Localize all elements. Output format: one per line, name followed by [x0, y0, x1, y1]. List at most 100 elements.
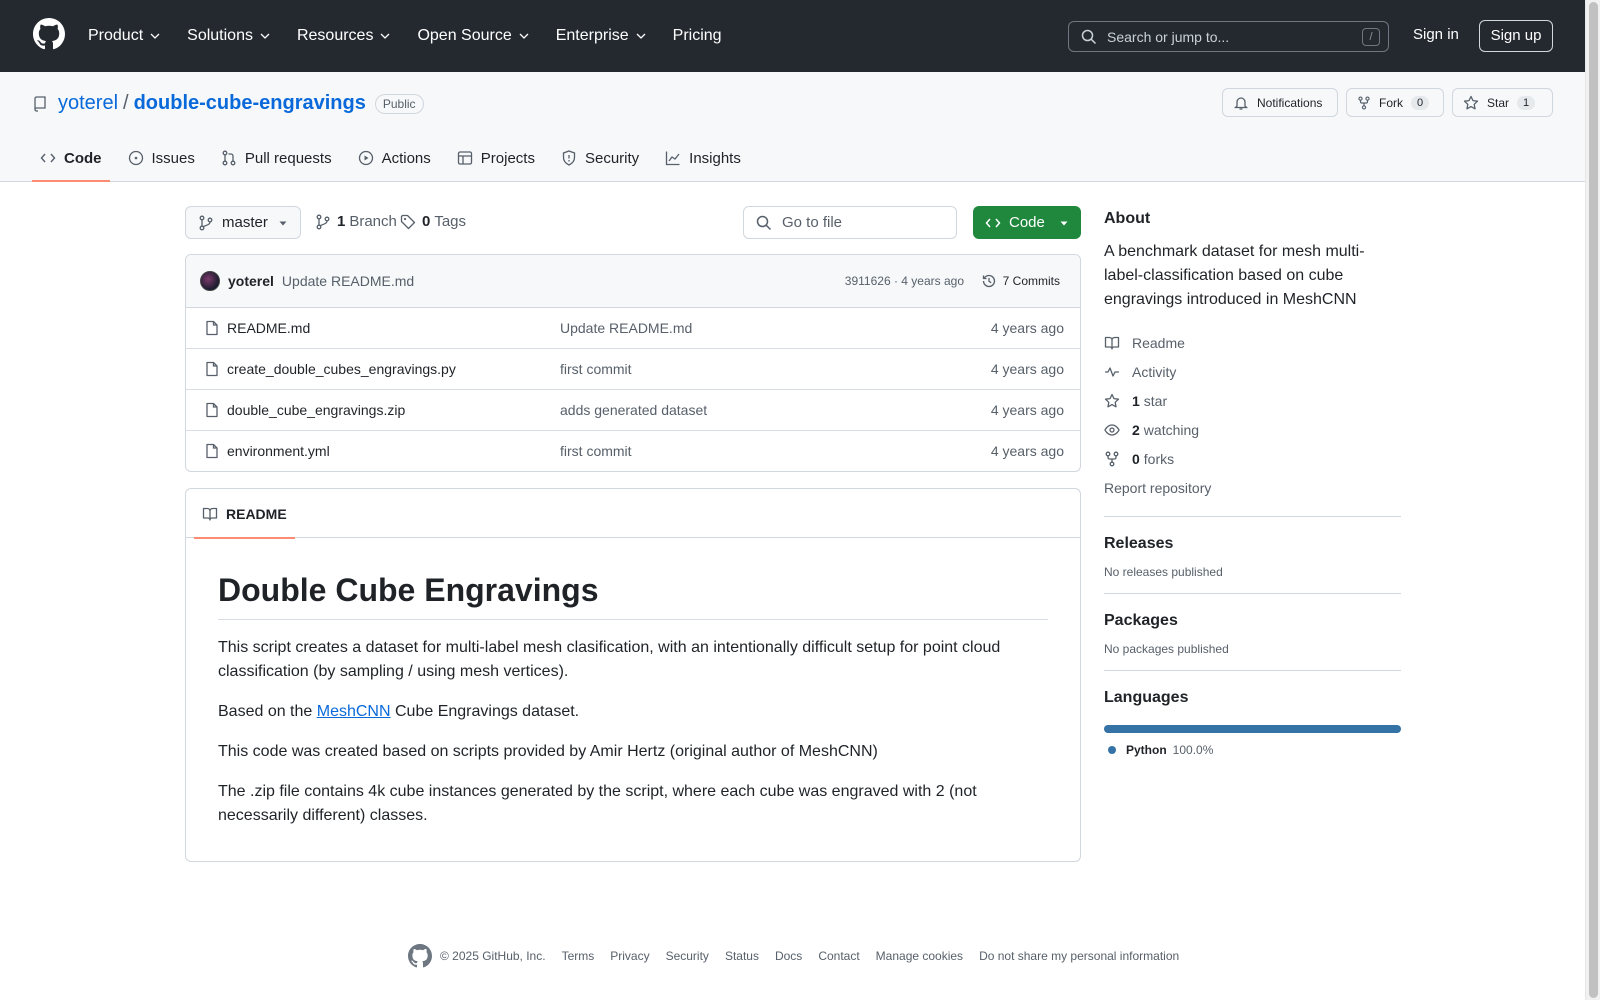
repo-tabs: Code Issues Pull requests Actions Projec… — [32, 134, 759, 182]
tab-code[interactable]: Code — [32, 134, 110, 182]
language-color-dot — [1108, 746, 1116, 754]
code-dropdown-button[interactable]: Code — [973, 206, 1081, 239]
star-button[interactable]: Star 1 — [1452, 88, 1553, 117]
tab-label: Projects — [480, 149, 535, 167]
table-row[interactable]: README.md Update README.md 4 years ago — [186, 308, 1080, 349]
code-icon — [985, 218, 1001, 227]
bell-icon — [1233, 96, 1249, 110]
nav-open-source[interactable]: Open Source — [417, 27, 529, 45]
scrollbar-thumb[interactable] — [1589, 2, 1598, 998]
footer-link-manage-cookies[interactable]: Manage cookies — [876, 949, 963, 963]
footer-link-do-not-share[interactable]: Do not share my personal information — [979, 949, 1179, 963]
commits-link[interactable]: 7 Commits — [981, 273, 1060, 289]
readme-paragraph: Based on the MeshCNN Cube Engravings dat… — [218, 700, 1048, 724]
language-name: Python — [1126, 743, 1167, 757]
stars-link[interactable]: 1 star — [1104, 386, 1401, 415]
file-commit-message-link[interactable]: Update README.md — [560, 320, 692, 336]
github-mark-icon[interactable] — [408, 944, 432, 968]
divider — [1104, 516, 1401, 517]
commits-count-label: 7 Commits — [1002, 274, 1060, 288]
latest-commit-row: yoterel Update README.md 3911626 · 4 yea… — [186, 255, 1080, 308]
star-icon — [1104, 393, 1120, 407]
about-heading: About — [1104, 210, 1151, 227]
nav-pricing[interactable]: Pricing — [673, 27, 722, 45]
footer-link-terms[interactable]: Terms — [562, 949, 595, 963]
footer-link-contact[interactable]: Contact — [818, 949, 859, 963]
tab-label: Insights — [689, 149, 741, 167]
activity-link[interactable]: Activity — [1104, 357, 1401, 386]
meshcnn-link[interactable]: MeshCNN — [317, 703, 391, 720]
file-name-link[interactable]: create_double_cubes_engravings.py — [227, 361, 456, 377]
forks-label: forks — [1143, 450, 1175, 467]
watching-count: 2 — [1132, 421, 1140, 438]
book-icon — [202, 507, 218, 521]
github-logo-icon[interactable] — [33, 18, 65, 50]
git-pull-request-icon — [222, 150, 236, 166]
fork-button[interactable]: Fork 0 — [1346, 88, 1444, 117]
table-row[interactable]: environment.yml first commit 4 years ago — [186, 431, 1080, 471]
readme-link[interactable]: Readme — [1104, 328, 1401, 357]
file-commit-message-link[interactable]: adds generated dataset — [560, 402, 707, 418]
page-scrollbar[interactable] — [1585, 0, 1600, 1000]
sign-up-button[interactable]: Sign up — [1479, 20, 1553, 52]
file-table: yoterel Update README.md 3911626 · 4 yea… — [185, 254, 1081, 472]
branch-select-button[interactable]: master — [185, 206, 301, 239]
search-input[interactable]: Search or jump to... / — [1068, 21, 1389, 52]
file-commit-message-link[interactable]: first commit — [560, 361, 632, 377]
table-row[interactable]: double_cube_engravings.zip adds generate… — [186, 390, 1080, 431]
sign-in-link[interactable]: Sign in — [1413, 26, 1459, 43]
nav-label: Enterprise — [555, 27, 629, 44]
commit-meta[interactable]: 3911626 · 4 years ago — [845, 274, 964, 288]
tab-insights[interactable]: Insights — [657, 134, 749, 182]
footer-link-status[interactable]: Status — [725, 949, 759, 963]
file-age: 4 years ago — [990, 361, 1064, 377]
file-name-link[interactable]: environment.yml — [227, 443, 330, 459]
notifications-button[interactable]: Notifications — [1222, 88, 1338, 117]
footer-link-privacy[interactable]: Privacy — [610, 949, 649, 963]
repo-sidebar: About A benchmark dataset for mesh multi… — [1104, 210, 1401, 757]
tags-link[interactable]: 0 Tags — [400, 213, 466, 230]
tab-readme[interactable]: README — [194, 489, 295, 539]
file-name-link[interactable]: double_cube_engravings.zip — [227, 402, 405, 418]
table-row[interactable]: create_double_cubes_engravings.py first … — [186, 349, 1080, 390]
readme-panel: README Double Cube Engravings This scrip… — [185, 488, 1081, 862]
global-header: Product Solutions Resources Open Source … — [0, 0, 1585, 72]
commit-message-link[interactable]: Update README.md — [282, 273, 414, 289]
notifications-label: Notifications — [1257, 95, 1323, 110]
packages-heading[interactable]: Packages — [1104, 612, 1401, 630]
avatar[interactable] — [200, 271, 220, 291]
watchers-link[interactable]: 2 watching — [1104, 415, 1401, 444]
nav-solutions[interactable]: Solutions — [187, 27, 271, 45]
go-to-file-input[interactable]: Go to file — [743, 206, 957, 239]
nav-enterprise[interactable]: Enterprise — [556, 27, 647, 45]
readme-link-label: Readme — [1132, 334, 1185, 351]
commit-author-link[interactable]: yoterel — [228, 273, 274, 289]
tab-issues[interactable]: Issues — [120, 134, 203, 182]
nav-product[interactable]: Product — [88, 27, 161, 45]
releases-heading[interactable]: Releases — [1104, 535, 1401, 553]
repo-owner-link[interactable]: yoterel — [58, 92, 118, 115]
repo-name-link[interactable]: double-cube-engravings — [134, 92, 366, 115]
readme-paragraph: The .zip file contains 4k cube instances… — [218, 783, 977, 824]
forks-link[interactable]: 0 forks — [1104, 444, 1401, 473]
footer-copyright: © 2025 GitHub, Inc. — [440, 949, 546, 963]
nav-resources[interactable]: Resources — [297, 27, 391, 45]
tab-projects[interactable]: Projects — [449, 134, 543, 182]
nav-label: Resources — [296, 27, 374, 44]
footer-link-security[interactable]: Security — [666, 949, 709, 963]
readme-text: Cube Engravings dataset. — [390, 703, 580, 720]
nav-label: Product — [88, 27, 144, 44]
report-repository-link[interactable]: Report repository — [1104, 473, 1401, 502]
issue-opened-icon — [128, 150, 143, 166]
chevron-down-icon — [150, 33, 160, 39]
file-name-link[interactable]: README.md — [227, 320, 310, 336]
tab-actions[interactable]: Actions — [350, 134, 439, 182]
tab-security[interactable]: Security — [553, 134, 647, 182]
readme-title: Double Cube Engravings — [218, 572, 1048, 620]
stars-count: 1 — [1132, 392, 1140, 409]
branches-link[interactable]: 1 Branch — [315, 213, 397, 230]
tab-pull-requests[interactable]: Pull requests — [213, 134, 340, 182]
language-item[interactable]: Python 100.0% — [1104, 743, 1401, 757]
file-commit-message-link[interactable]: first commit — [560, 443, 632, 459]
footer-link-docs[interactable]: Docs — [775, 949, 802, 963]
